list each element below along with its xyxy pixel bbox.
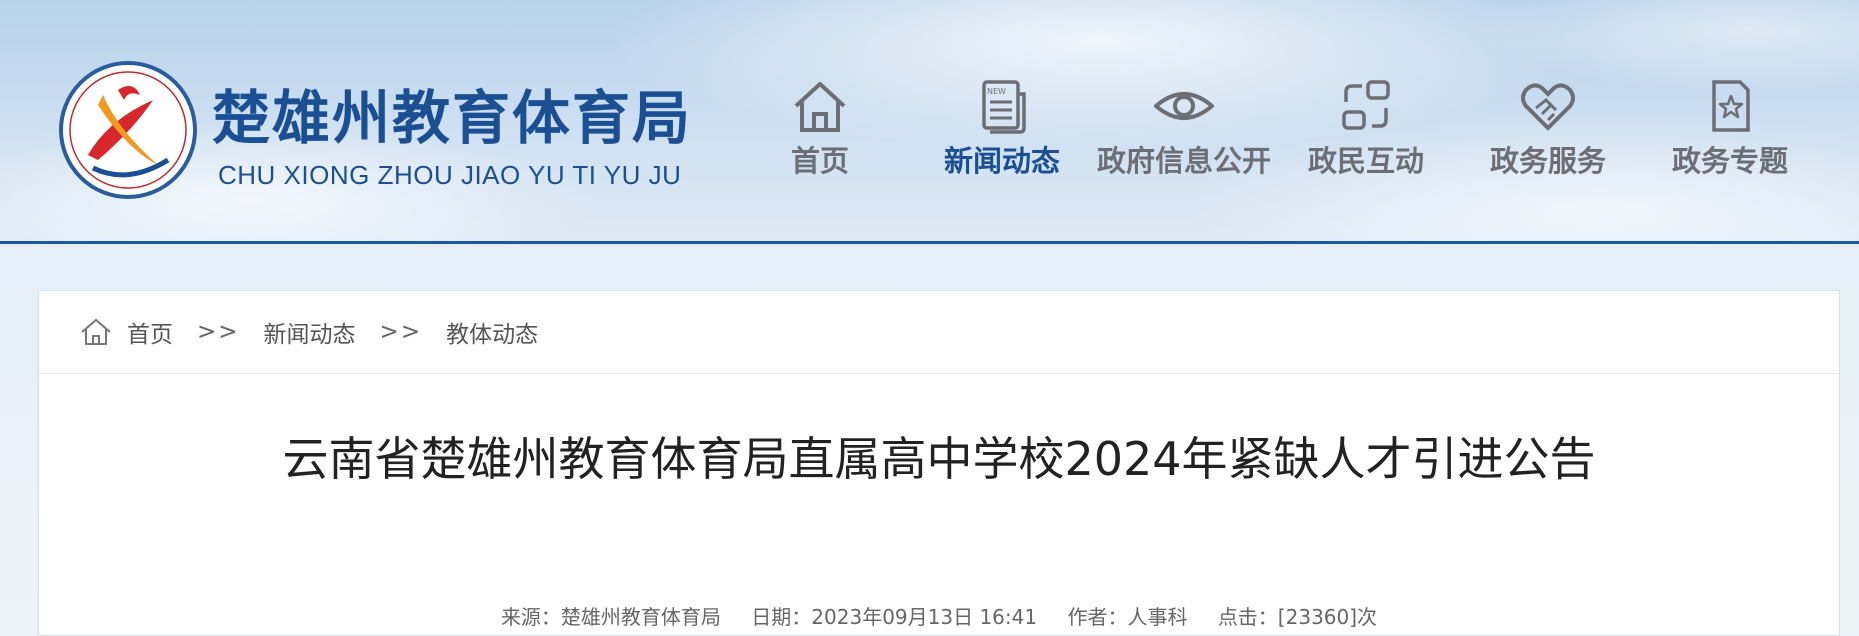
logo-emblem-icon [59,61,197,199]
breadcrumb-news[interactable]: 新闻动态 [264,315,356,349]
breadcrumb-home[interactable]: 首页 [127,315,173,349]
breadcrumb: 首页 >> 新闻动态 >> 教体动态 [39,291,1839,374]
home-icon [790,78,850,134]
eye-icon [1152,78,1216,134]
nav-label: 首页 [790,144,849,178]
svg-text:NEW: NEW [987,87,1006,96]
article-title: 云南省楚雄州教育体育局直属高中学校2024年紧缺人才引进公告 [282,432,1596,486]
handshake-icon [1518,78,1578,134]
site-title: 楚雄州教育体育局 [212,84,693,152]
article-meta: 来源：楚雄州教育体育局 日期：2023年09月13日 16:41 作者：人事科 … [39,601,1839,630]
article-card: 首页 >> 新闻动态 >> 教体动态 云南省楚雄州教育体育局直属高中学校2024… [38,290,1840,636]
header-divider [0,241,1859,244]
site-subtitle: CHU XIONG ZHOU JIAO YU TI YU JU [218,160,682,190]
nav-item-home[interactable]: 首页 [730,78,910,188]
breadcrumb-home-icon[interactable] [79,317,113,347]
nav-label: 政府信息公开 [1096,144,1271,178]
nav-label: 政民互动 [1307,144,1424,178]
news-icon: NEW [972,78,1032,134]
nav-item-topics[interactable]: 政务专题 [1640,78,1820,188]
breadcrumb-current[interactable]: 教体动态 [446,315,538,349]
article-date: 日期：2023年09月13日 16:41 [751,605,1038,629]
site-header: 楚雄州教育体育局 CHU XIONG ZHOU JIAO YU TI YU JU… [0,0,1859,246]
interaction-icon [1336,78,1396,134]
nav-item-gov-info[interactable]: 政府信息公开 [1094,78,1274,188]
nav-item-services[interactable]: 政务服务 [1458,78,1638,188]
star-document-icon [1700,78,1760,134]
nav-label: 政务专题 [1671,144,1788,178]
nav-label: 新闻动态 [943,144,1060,178]
site-logo[interactable] [58,60,198,200]
nav-item-interaction[interactable]: 政民互动 [1276,78,1456,188]
nav-item-news[interactable]: NEW 新闻动态 [912,78,1092,188]
breadcrumb-separator: >> [197,319,240,345]
article-source: 来源：楚雄州教育体育局 [500,605,721,629]
breadcrumb-separator: >> [379,319,423,345]
article-author: 作者：人事科 [1067,605,1188,629]
nav-label: 政务服务 [1489,144,1606,178]
article-clicks: 点击：[23360]次 [1217,605,1378,629]
